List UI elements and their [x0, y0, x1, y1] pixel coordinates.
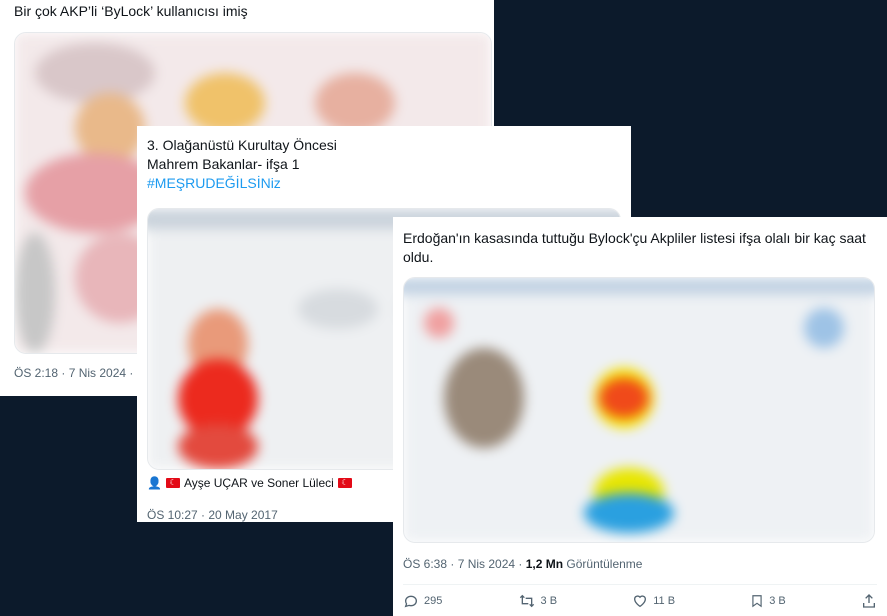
turkey-flag-icon: ☾: [337, 478, 352, 488]
tweet-timestamp[interactable]: ÖS 10:27 · 20 May 2017: [147, 508, 278, 522]
bookmark-count: 3 B: [769, 595, 786, 607]
like-button[interactable]: 11 B: [632, 593, 675, 609]
tweet-text-line-2: Mahrem Bakanlar- ifşa 1: [147, 156, 300, 172]
tweet-image[interactable]: [403, 277, 875, 543]
divider: [403, 584, 877, 585]
repost-icon: [519, 594, 534, 608]
tweet-text: Bir çok AKP’li ‘ByLock’ kullanıcısı imiş: [14, 3, 248, 19]
turkey-flag-icon: ☾: [165, 478, 180, 488]
authors-label: Ayşe UÇAR ve Soner Lüleci: [183, 476, 334, 490]
tweet-text-line-1: 3. Olağanüstü Kurultay Öncesi: [147, 137, 337, 153]
tweet-text: 3. Olağanüstü Kurultay Öncesi Mahrem Bak…: [147, 136, 447, 193]
tweet-timestamp[interactable]: ÖS 6:38 · 7 Nis 2024 ·: [403, 557, 522, 571]
tweet-card-3[interactable]: Erdoğan'ın kasasında tuttuğu Bylock'çu A…: [393, 217, 887, 616]
tagged-authors[interactable]: 👤 ☾ Ayşe UÇAR ve Soner Lüleci ☾: [147, 476, 352, 490]
reply-count: 295: [424, 595, 443, 607]
tweet-text: Erdoğan'ın kasasında tuttuğu Bylock'çu A…: [403, 230, 866, 265]
tweet-meta: ÖS 6:38 · 7 Nis 2024 · 1,2 Mn Görüntülen…: [403, 557, 642, 571]
tweet-timestamp[interactable]: ÖS 2:18 · 7 Nis 2024 ·: [14, 366, 133, 380]
repost-button[interactable]: 3 B: [518, 593, 558, 609]
share-icon: [862, 594, 875, 608]
heart-icon: [634, 595, 647, 608]
hashtag-link[interactable]: #MEŞRUDEĞİLSİNiz: [147, 174, 447, 193]
reply-button[interactable]: 295: [403, 593, 442, 609]
person-icon: 👤: [147, 476, 162, 490]
tweet-actions: 295 3 B 11 B 3 B: [403, 593, 877, 609]
reply-icon: [404, 595, 418, 608]
like-count: 11 B: [653, 595, 676, 607]
bookmark-icon: [752, 595, 762, 608]
share-button[interactable]: [861, 593, 877, 609]
repost-count: 3 B: [540, 595, 558, 607]
bookmark-button[interactable]: 3 B: [750, 593, 786, 609]
views-count: 1,2 Mn: [525, 557, 564, 571]
views-label: Görüntülenme: [566, 557, 643, 571]
